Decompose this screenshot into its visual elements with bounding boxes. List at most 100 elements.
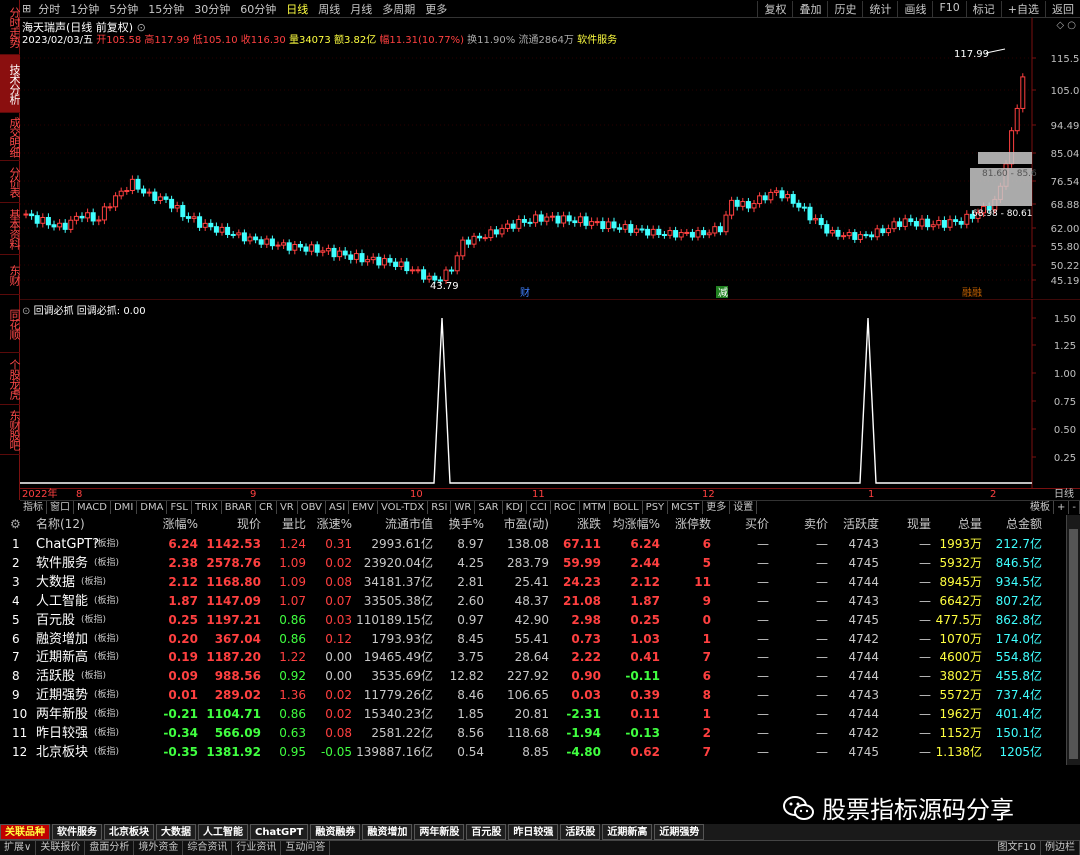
- indicator-tab-24[interactable]: 更多: [703, 501, 731, 514]
- indicator-tab-8[interactable]: CR: [256, 501, 277, 514]
- bottom-tab-3[interactable]: 大数据: [156, 824, 196, 840]
- period-tab-10[interactable]: 更多: [420, 1, 452, 17]
- indicator-tab-13[interactable]: VOL-TDX: [378, 501, 429, 514]
- period-tab-7[interactable]: 周线: [313, 1, 345, 17]
- left-tab-4[interactable]: 基本资料: [0, 203, 21, 255]
- toolbar-button-7[interactable]: +自选: [1000, 0, 1045, 17]
- indicator-tab-7[interactable]: BRAR: [222, 501, 256, 514]
- period-tab-0[interactable]: 分时: [33, 1, 65, 17]
- table-row[interactable]: 3 大数据 (板指) 2.12 1168.80 1.09 0.08 34181.37亿 2.81…: [0, 573, 1066, 592]
- status-item-5[interactable]: 行业资讯: [232, 841, 282, 855]
- indicator-tab-16[interactable]: SAR: [475, 501, 503, 514]
- bottom-tab-0[interactable]: 关联品种: [0, 824, 50, 840]
- table-row[interactable]: 5 百元股 (板指) 0.25 1197.21 0.86 0.03 110189.15亿 0.9…: [0, 611, 1066, 630]
- indicator-tab-11[interactable]: ASI: [326, 501, 350, 514]
- indicator-tab-15[interactable]: WR: [451, 501, 476, 514]
- row-name[interactable]: 软件服务: [36, 554, 88, 573]
- bottom-tab-2[interactable]: 北京板块: [104, 824, 154, 840]
- indicator-right-btn-0[interactable]: 模板: [1027, 501, 1054, 514]
- table-row[interactable]: 12 北京板块 (板指) -0.35 1381.92 0.95 -0.05 139887.16…: [0, 743, 1066, 762]
- status-item-4[interactable]: 综合资讯: [183, 841, 233, 855]
- indicator-tab-25[interactable]: 设置: [730, 501, 758, 514]
- period-tab-4[interactable]: 30分钟: [189, 1, 235, 17]
- table-row[interactable]: 9 近期强势 (板指) 0.01 289.02 1.36 0.02 11779.26亿 8.46…: [0, 686, 1066, 705]
- bottom-tab-1[interactable]: 软件服务: [52, 824, 102, 840]
- table-row[interactable]: 8 活跃股 (板指) 0.09 988.56 0.92 0.00 3535.69亿 12.82 2…: [0, 667, 1066, 686]
- table-header-5[interactable]: 流通市值: [385, 515, 433, 534]
- indicator-chart[interactable]: ⊙ 回调必抓 回调必抓: 0.00 1.50 1.25 1.00 0.75 0.50 0.…: [20, 299, 1080, 489]
- indicator-tab-21[interactable]: BOLL: [610, 501, 643, 514]
- period-tab-6[interactable]: 日线: [281, 1, 313, 17]
- table-row[interactable]: 10 两年新股 (板指) -0.21 1104.71 0.86 0.02 15340.23亿 1…: [0, 705, 1066, 724]
- toolbar-button-2[interactable]: 历史: [827, 0, 862, 17]
- status-right-0[interactable]: 图文F10: [994, 841, 1041, 855]
- table-header-11[interactable]: 买价: [745, 515, 769, 534]
- left-tab-3[interactable]: 分价表: [0, 161, 21, 203]
- grid-icon[interactable]: ⊞: [20, 2, 33, 15]
- table-header-0[interactable]: 名称(12): [36, 515, 85, 534]
- table-header-13[interactable]: 活跃度: [843, 515, 879, 534]
- status-item-2[interactable]: 盘面分析: [85, 841, 135, 855]
- bottom-tab-12[interactable]: 近期新高: [602, 824, 653, 840]
- status-item-6[interactable]: 互动问答: [281, 841, 331, 855]
- indicator-right-btn-2[interactable]: -: [1069, 501, 1080, 514]
- period-tab-2[interactable]: 5分钟: [104, 1, 143, 17]
- indicator-tab-1[interactable]: 窗口: [47, 501, 74, 514]
- left-tab-1[interactable]: 技术分析: [0, 55, 21, 113]
- period-tab-1[interactable]: 1分钟: [65, 1, 104, 17]
- bottom-tab-9[interactable]: 百元股: [466, 824, 507, 840]
- indicator-tab-23[interactable]: MCST: [668, 501, 704, 514]
- table-header-16[interactable]: 总金额: [1006, 515, 1042, 534]
- toolbar-button-5[interactable]: F10: [932, 0, 965, 17]
- left-tab-7[interactable]: 个股龙虎: [0, 353, 21, 405]
- table-row[interactable]: 2 软件服务 (板指) 2.38 2578.76 1.09 0.02 23920.04亿 4.2…: [0, 554, 1066, 573]
- bottom-tab-4[interactable]: 人工智能: [198, 824, 248, 840]
- table-header-1[interactable]: 涨幅%: [163, 515, 198, 534]
- status-right-1[interactable]: 例边栏: [1041, 841, 1080, 855]
- period-tab-5[interactable]: 60分钟: [235, 1, 281, 17]
- left-tab-8[interactable]: 东财股吧: [0, 405, 21, 455]
- row-name[interactable]: 活跃股: [36, 667, 75, 686]
- table-row[interactable]: 6 融资增加 (板指) 0.20 367.04 0.86 0.12 1793.93亿 8.45 5…: [0, 630, 1066, 649]
- status-item-1[interactable]: 关联报价: [36, 841, 86, 855]
- table-header-2[interactable]: 现价: [237, 515, 261, 534]
- table-header-14[interactable]: 现量: [907, 515, 931, 534]
- price-chart[interactable]: 海天瑞声(日线 前复权) ⊙ 2023/02/03/五 开105.58 高117…: [20, 18, 1080, 298]
- row-name[interactable]: 两年新股: [36, 705, 88, 724]
- table-header-9[interactable]: 均涨幅%: [613, 515, 660, 534]
- row-name[interactable]: 近期新高: [36, 648, 88, 667]
- table-header-7[interactable]: 市盈(动): [504, 515, 549, 534]
- bottom-tab-13[interactable]: 近期强势: [654, 824, 705, 840]
- row-name[interactable]: 百元股: [36, 611, 75, 630]
- indicator-tab-14[interactable]: RSI: [428, 501, 452, 514]
- indicator-tab-10[interactable]: OBV: [298, 501, 326, 514]
- status-item-0[interactable]: 扩展∨: [0, 841, 37, 855]
- left-tab-6[interactable]: 同花顺: [0, 295, 21, 353]
- table-header-4[interactable]: 涨速%: [317, 515, 352, 534]
- indicator-tab-9[interactable]: VR: [277, 501, 298, 514]
- bottom-tab-7[interactable]: 融资增加: [362, 824, 413, 840]
- table-header-8[interactable]: 涨跌: [577, 515, 601, 534]
- indicator-tab-12[interactable]: EMV: [349, 501, 378, 514]
- left-tab-5[interactable]: 东财: [0, 255, 21, 295]
- indicator-tab-18[interactable]: CCI: [527, 501, 551, 514]
- table-row[interactable]: 1 ChatGPT? (板指) 6.24 1142.53 1.24 0.31 2993.61亿…: [0, 535, 1066, 554]
- toolbar-button-3[interactable]: 统计: [862, 0, 897, 17]
- indicator-tab-22[interactable]: PSY: [643, 501, 669, 514]
- indicator-tab-2[interactable]: MACD: [74, 501, 111, 514]
- indicator-right-btn-1[interactable]: +: [1054, 501, 1070, 514]
- bottom-tab-6[interactable]: 融资融券: [310, 824, 361, 840]
- period-tab-8[interactable]: 月线: [345, 1, 377, 17]
- period-tab-3[interactable]: 15分钟: [143, 1, 189, 17]
- table-header-3[interactable]: 量比: [282, 515, 306, 534]
- row-name[interactable]: 大数据: [36, 573, 75, 592]
- left-tab-0[interactable]: 分时走势: [0, 0, 21, 55]
- indicator-tab-4[interactable]: DMA: [137, 501, 168, 514]
- indicator-tab-17[interactable]: KDJ: [503, 501, 527, 514]
- left-tab-2[interactable]: 成交明细: [0, 113, 21, 161]
- scrollbar-thumb[interactable]: [1069, 529, 1078, 759]
- bottom-tab-8[interactable]: 两年新股: [414, 824, 465, 840]
- table-header-12[interactable]: 卖价: [804, 515, 828, 534]
- row-name[interactable]: 北京板块: [36, 743, 88, 762]
- indicator-tab-6[interactable]: TRIX: [192, 501, 222, 514]
